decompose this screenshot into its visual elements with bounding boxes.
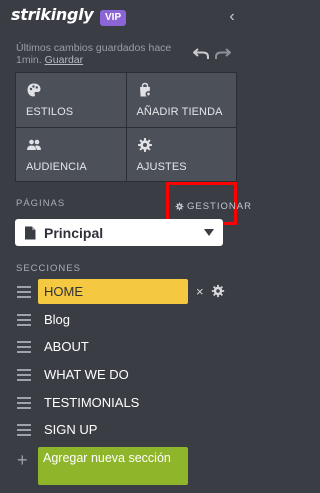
section-row-blog[interactable]: Blog xyxy=(15,308,240,332)
drag-handle-icon[interactable] xyxy=(17,397,31,409)
section-label: TESTIMONIALS xyxy=(44,395,140,410)
drag-handle-icon[interactable] xyxy=(17,424,31,436)
tile-estilos[interactable]: ESTILOS xyxy=(16,73,126,127)
undo-icon[interactable] xyxy=(192,46,210,60)
gear-icon[interactable] xyxy=(211,284,225,298)
tile-audiencia[interactable]: AUDIENCIA xyxy=(16,127,126,181)
section-row-home: HOME × xyxy=(15,279,240,304)
editor-header: strikingly VIP ‹ xyxy=(0,0,245,36)
gear-icon xyxy=(175,202,184,211)
section-row-testimonials[interactable]: TESTIMONIALS xyxy=(15,391,240,415)
manage-label: GESTIONAR xyxy=(187,201,252,212)
drag-handle-icon[interactable] xyxy=(17,314,31,326)
manage-pages-button[interactable]: GESTIONAR xyxy=(175,201,252,212)
tile-anadir-tienda[interactable]: AÑADIR TIENDA xyxy=(126,73,236,127)
save-status: Últimos cambios guardados hace 1min. Gua… xyxy=(16,42,191,66)
drag-handle-icon[interactable] xyxy=(17,286,31,298)
section-label: HOME xyxy=(44,284,83,299)
add-section-button[interactable]: Agregar nueva sección xyxy=(38,447,188,485)
tile-label: ESTILOS xyxy=(26,106,74,118)
plus-icon[interactable]: + xyxy=(17,451,28,469)
section-row-sign-up[interactable]: SIGN UP xyxy=(15,418,240,442)
palette-icon xyxy=(27,83,41,97)
section-label: WHAT WE DO xyxy=(44,367,129,382)
gear-icon xyxy=(137,137,152,152)
page-icon xyxy=(25,226,36,239)
sections-heading: SECCIONES xyxy=(16,263,81,274)
editor-tiles: ESTILOS AÑADIR TIENDA AUDIENCIA AJUSTES xyxy=(15,72,237,182)
redo-icon[interactable] xyxy=(214,46,232,60)
shopping-bag-icon xyxy=(139,82,151,97)
section-label: ABOUT xyxy=(44,339,89,354)
drag-handle-icon[interactable] xyxy=(17,341,31,353)
section-label: Blog xyxy=(44,312,71,327)
add-section-label: Agregar nueva sección xyxy=(43,451,171,465)
save-status-text: Últimos cambios guardados hace 1min. xyxy=(16,42,172,66)
save-link[interactable]: Guardar xyxy=(45,54,84,66)
section-row-about[interactable]: ABOUT xyxy=(15,335,240,359)
tile-ajustes[interactable]: AJUSTES xyxy=(126,127,236,181)
selected-page-name: Principal xyxy=(44,224,104,241)
section-row-what-we-do[interactable]: WHAT WE DO xyxy=(15,363,240,387)
vip-badge: VIP xyxy=(100,10,127,26)
strikingly-logo[interactable]: strikingly xyxy=(11,5,94,24)
pages-heading: PÁGINAS xyxy=(16,198,66,209)
tile-label: AUDIENCIA xyxy=(26,160,87,173)
tile-label: AÑADIR TIENDA xyxy=(136,106,223,118)
section-label: SIGN UP xyxy=(44,422,98,437)
tile-label: AJUSTES xyxy=(136,160,187,173)
page-selector[interactable]: Principal xyxy=(15,219,223,246)
users-icon xyxy=(27,139,41,150)
chevron-down-icon xyxy=(204,229,214,236)
collapse-sidebar-button[interactable]: ‹ xyxy=(225,8,239,26)
drag-handle-icon[interactable] xyxy=(17,369,31,381)
close-icon[interactable]: × xyxy=(196,284,204,300)
section-item-active[interactable]: HOME xyxy=(38,279,188,304)
